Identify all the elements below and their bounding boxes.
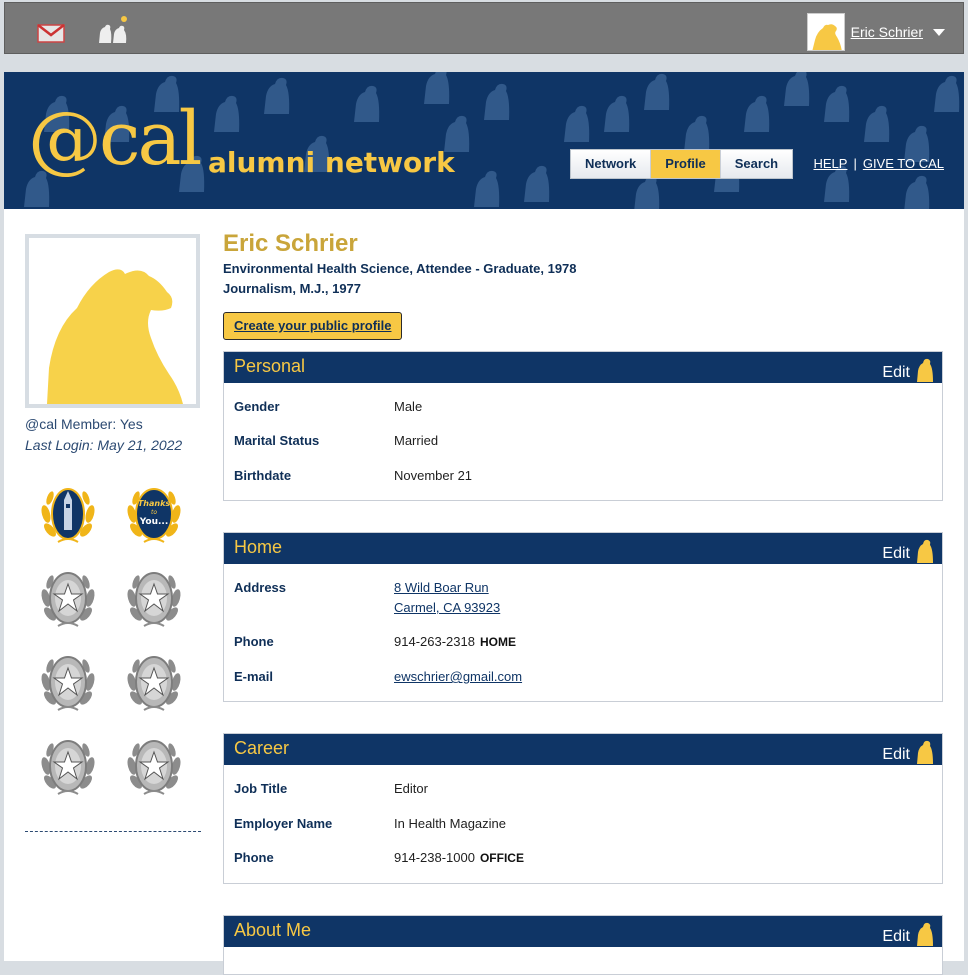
edit-home-button[interactable]: Edit xyxy=(882,537,934,563)
avatar[interactable] xyxy=(806,13,845,51)
field-value: Married xyxy=(394,433,439,448)
tab-search[interactable]: Search xyxy=(719,150,793,178)
field-value: 914-263-2318 HOME xyxy=(394,634,516,649)
profile-page: @cal Member: Yes Last Login: May 21, 202… xyxy=(4,209,964,975)
degree-line: Journalism, M.J., 1977 xyxy=(223,281,362,296)
degree-line: Environmental Health Science, Attendee -… xyxy=(223,261,577,276)
field-label: Job Title xyxy=(234,781,288,796)
thanks-badge-icon[interactable]: Thanks to You... xyxy=(122,484,186,548)
field-value: 914-238-1000 OFFICE xyxy=(394,850,524,865)
bear-icon xyxy=(917,358,933,382)
give-to-cal-link[interactable]: GIVE TO CAL xyxy=(863,156,944,171)
bear-icon xyxy=(917,922,933,946)
career-section: Career Edit Job Title Editor Employer Na… xyxy=(223,733,943,884)
header-links: HELP | GIVE TO CAL xyxy=(813,156,944,171)
field-value: Male xyxy=(394,399,423,414)
campanile-badge-icon[interactable] xyxy=(36,484,100,548)
field-value: Editor xyxy=(394,781,428,796)
field-label: Address xyxy=(234,580,287,595)
field-label: E-mail xyxy=(234,669,274,684)
bears-network-icon[interactable] xyxy=(96,15,130,47)
field-value: 8 Wild Boar Run xyxy=(394,580,489,595)
bear-avatar-icon xyxy=(812,24,842,50)
field-value: November 21 xyxy=(394,468,473,483)
section-header: About Me Edit xyxy=(224,916,942,947)
top-bar: Eric Schrier xyxy=(4,2,964,54)
field-label: Employer Name xyxy=(234,816,333,831)
bear-icon xyxy=(917,539,933,563)
cal-alumni-network-logo[interactable]: @cal alumni network xyxy=(28,94,468,194)
profile-photo[interactable] xyxy=(25,234,200,408)
locked-star-badge-icon[interactable] xyxy=(122,736,186,800)
help-link[interactable]: HELP xyxy=(813,156,847,171)
edit-label: Edit xyxy=(882,545,910,562)
field-value: In Health Magazine xyxy=(394,816,507,831)
member-status: @cal Member: Yes xyxy=(25,416,143,432)
edit-label: Edit xyxy=(882,364,910,381)
logo-at-cal: @cal xyxy=(28,96,202,182)
field-value: ewschrier@gmail.com xyxy=(394,669,522,684)
user-name-link[interactable]: Eric Schrier xyxy=(851,24,923,40)
bear-icon xyxy=(917,740,933,764)
locked-star-badge-icon[interactable] xyxy=(122,652,186,716)
section-title: Career xyxy=(234,738,290,758)
edit-career-button[interactable]: Edit xyxy=(882,738,934,764)
section-title: About Me xyxy=(234,920,312,940)
about-section: About Me Edit xyxy=(223,915,943,975)
address-line1-link[interactable]: 8 Wild Boar Run xyxy=(394,580,489,595)
section-title: Personal xyxy=(234,356,306,376)
badge-text-line2: to xyxy=(151,509,157,516)
section-header: Home Edit xyxy=(224,533,942,564)
locked-star-badge-icon[interactable] xyxy=(36,736,100,800)
locked-star-badge-icon[interactable] xyxy=(36,568,100,632)
tab-network[interactable]: Network xyxy=(571,150,651,178)
edit-label: Edit xyxy=(882,746,910,763)
address-line2-link[interactable]: Carmel, CA 93923 xyxy=(394,600,500,615)
field-label: Marital Status xyxy=(234,433,320,448)
section-header: Career Edit xyxy=(224,734,942,765)
mail-icon[interactable] xyxy=(37,23,65,43)
home-section: Home Edit Address 8 Wild Boar Run Carmel… xyxy=(223,532,943,702)
field-label: Birthdate xyxy=(234,468,292,483)
section-title: Home xyxy=(234,537,283,557)
edit-label: Edit xyxy=(882,928,910,945)
phone-number: 914-263-2318 xyxy=(394,634,475,649)
personal-section: Personal Edit Gender Male Marital Status… xyxy=(223,351,943,501)
field-value: Carmel, CA 93923 xyxy=(394,600,500,615)
main-nav-tabs: Network Profile Search xyxy=(570,149,794,179)
sidebar-divider xyxy=(25,831,201,832)
locked-star-badge-icon[interactable] xyxy=(122,568,186,632)
logo-alumni-network: alumni network xyxy=(208,146,455,179)
field-label: Gender xyxy=(234,399,280,414)
create-public-profile-button[interactable]: Create your public profile xyxy=(223,312,403,340)
last-login: Last Login: May 21, 2022 xyxy=(25,437,183,453)
link-separator: | xyxy=(853,156,857,171)
header-banner: @cal alumni network Network Profile Sear… xyxy=(4,72,964,209)
badge-text-line1: Thanks xyxy=(138,499,171,508)
edit-about-button[interactable]: Edit xyxy=(882,920,934,946)
phone-type: HOME xyxy=(479,635,516,649)
phone-number: 914-238-1000 xyxy=(394,850,475,865)
field-label: Phone xyxy=(234,634,274,649)
chevron-down-icon[interactable] xyxy=(933,28,945,36)
section-header: Personal Edit xyxy=(224,352,942,383)
badge-text-line3: You... xyxy=(139,517,169,527)
tab-profile[interactable]: Profile xyxy=(650,150,720,178)
bear-silhouette-icon xyxy=(47,269,183,404)
field-label: Phone xyxy=(234,850,274,865)
edit-personal-button[interactable]: Edit xyxy=(882,356,934,382)
locked-star-badge-icon[interactable] xyxy=(36,652,100,716)
user-menu[interactable]: Eric Schrier xyxy=(806,13,945,51)
email-link[interactable]: ewschrier@gmail.com xyxy=(394,669,522,684)
profile-name: Eric Schrier xyxy=(223,230,358,257)
phone-type: OFFICE xyxy=(479,851,524,865)
